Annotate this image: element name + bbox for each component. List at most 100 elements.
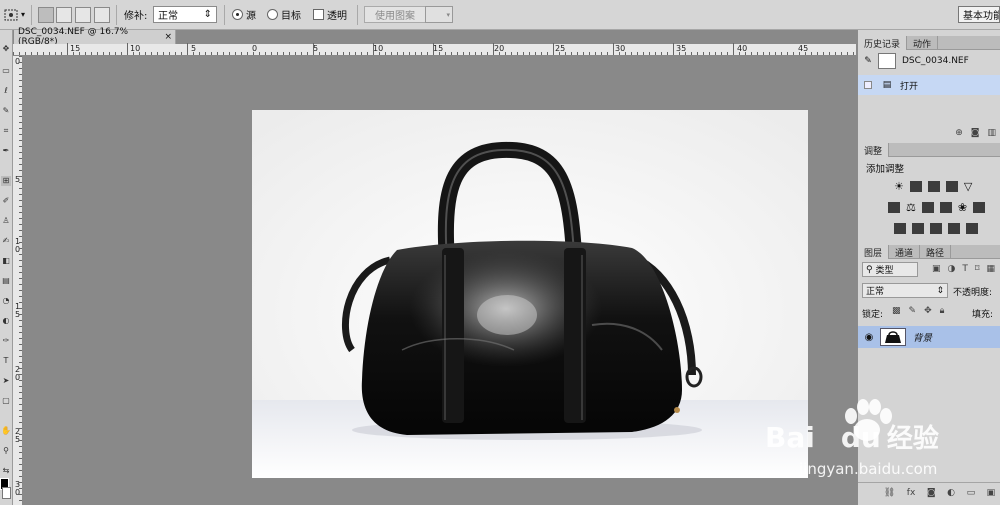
target-radio[interactable]: 目标 xyxy=(267,6,301,23)
tab-history[interactable]: 历史记录 xyxy=(858,36,908,50)
subtract-selection-button[interactable] xyxy=(75,6,91,23)
visibility-eye-icon[interactable]: ◉ xyxy=(858,332,880,343)
ruler-h-tick xyxy=(835,52,836,55)
invert-icon[interactable] xyxy=(894,223,906,234)
path-select-tool-icon[interactable]: ➤ xyxy=(1,376,11,386)
move-tool-icon[interactable]: ✥ xyxy=(1,44,11,54)
tab-channels[interactable]: 通道 xyxy=(889,245,921,259)
dodge-tool-icon[interactable]: ◐ xyxy=(1,316,11,326)
history-step-row[interactable]: ▤ 打开 xyxy=(858,75,1000,95)
tab-adjustments[interactable]: 调整 xyxy=(858,143,890,157)
shape-tool-icon[interactable]: ▢ xyxy=(1,396,11,406)
zoom-tool-icon[interactable]: ⚲ xyxy=(1,446,11,456)
ruler-h-tick xyxy=(157,52,158,55)
history-brush-tool-icon[interactable]: ✍ xyxy=(1,236,11,246)
tab-actions[interactable]: 动作 xyxy=(907,36,939,50)
document-tab[interactable]: DSC_0034.NEF @ 16.7%(RGB/8*) × xyxy=(14,27,176,47)
history-snapshot-row[interactable]: ✎ DSC_0034.NEF xyxy=(858,51,1000,71)
select-arrows-icon: ⇕ xyxy=(203,9,212,20)
stamp-tool-icon[interactable]: ♙ xyxy=(1,216,11,226)
hand-tool-icon[interactable]: ✋ xyxy=(1,426,11,436)
folder-icon[interactable]: ▭ xyxy=(967,488,976,498)
color-lookup-icon[interactable] xyxy=(973,202,986,213)
intersect-selection-button[interactable] xyxy=(94,6,110,23)
pixel-filter-icon[interactable]: ▣ xyxy=(932,264,941,274)
step-checkbox[interactable] xyxy=(864,81,872,89)
mode-select[interactable]: 正常 ⇕ xyxy=(153,6,217,23)
type-filter-icon[interactable]: T xyxy=(962,264,968,274)
patch-tool-active-icon[interactable]: ⊞ xyxy=(1,176,11,186)
selective-color-icon[interactable] xyxy=(966,223,978,234)
quick-select-tool-icon[interactable]: ✎ xyxy=(1,106,11,116)
marquee-tool-icon[interactable]: ▭ xyxy=(1,66,11,76)
patch-tool-icon[interactable] xyxy=(3,6,19,23)
hue-saturation-icon[interactable] xyxy=(888,202,900,213)
lock-position-icon[interactable]: ✥ xyxy=(924,306,932,316)
camera-icon[interactable]: ◙ xyxy=(971,128,980,138)
shape-filter-icon[interactable]: ⌑ xyxy=(975,264,980,274)
brush-tool-icon[interactable]: ✐ xyxy=(1,196,11,206)
lasso-tool-icon[interactable]: ℓ xyxy=(1,86,11,96)
ruler-v-tick xyxy=(19,122,22,123)
ruler-h-tick xyxy=(721,52,722,55)
fx-icon[interactable]: fx xyxy=(907,488,916,498)
layer-filter-select[interactable]: ⚲ 类型 xyxy=(862,262,918,277)
crop-tool-icon[interactable]: ⌗ xyxy=(1,126,11,136)
ruler-h-tick xyxy=(151,52,152,55)
lock-transparency-icon[interactable]: ▩ xyxy=(892,306,901,316)
background-color-swatch[interactable] xyxy=(2,487,11,499)
ruler-h-tick xyxy=(379,52,380,55)
ruler-v-tick xyxy=(19,344,22,345)
new-selection-button[interactable] xyxy=(38,6,54,23)
workspace-switcher[interactable]: 基本功能 xyxy=(958,6,1000,23)
swap-colors-icon[interactable]: ⇆ xyxy=(1,466,11,476)
link-icon[interactable]: ⛓ xyxy=(884,488,895,498)
tool-preset-arrow-icon[interactable]: ▾ xyxy=(21,6,25,23)
ruler-h-tick xyxy=(163,52,164,55)
snapshot-name: DSC_0034.NEF xyxy=(902,56,969,66)
black-white-icon[interactable] xyxy=(921,202,934,213)
eyedropper-tool-icon[interactable]: ✒ xyxy=(1,146,11,156)
add-selection-button[interactable] xyxy=(56,6,72,23)
color-balance-icon[interactable]: ⚖ xyxy=(906,202,916,213)
document-canvas[interactable] xyxy=(252,110,808,478)
tab-layers[interactable]: 图层 xyxy=(858,245,890,259)
source-radio[interactable]: 源 xyxy=(232,6,256,23)
brightness-icon[interactable]: ☀ xyxy=(894,181,904,192)
lock-pixels-icon[interactable]: ✎ xyxy=(909,306,917,316)
blur-tool-icon[interactable]: ◔ xyxy=(1,296,11,306)
ruler-h-tick xyxy=(763,52,764,55)
transparent-checkbox[interactable]: 透明 xyxy=(313,6,347,23)
adjustment-layer-icon[interactable]: ◐ xyxy=(947,488,955,498)
ruler-h-tick xyxy=(697,52,698,55)
smart-filter-icon[interactable]: ▦ xyxy=(987,264,996,274)
lock-all-icon[interactable]: 🔒︎ xyxy=(940,306,945,316)
posterize-icon[interactable] xyxy=(912,223,924,234)
eraser-tool-icon[interactable]: ◧ xyxy=(1,256,11,266)
type-tool-icon[interactable]: T xyxy=(1,356,11,366)
layer-row-background[interactable]: ◉ 背景 xyxy=(858,326,1000,348)
ruler-h-tick xyxy=(787,52,788,55)
adjustment-filter-icon[interactable]: ◑ xyxy=(948,264,956,274)
threshold-icon[interactable] xyxy=(930,223,942,234)
levels-icon[interactable] xyxy=(909,181,922,192)
gradient-map-icon[interactable] xyxy=(948,223,960,234)
channel-mixer-icon[interactable]: ❀ xyxy=(958,202,967,213)
pattern-picker[interactable]: ▾ xyxy=(425,6,453,23)
mask-icon[interactable]: ◙ xyxy=(927,488,936,498)
trash-icon[interactable]: ▥ xyxy=(987,128,996,138)
new-layer-icon[interactable]: ▣ xyxy=(987,488,996,498)
blend-mode-select[interactable]: 正常 ⇕ xyxy=(862,283,948,298)
tab-paths[interactable]: 路径 xyxy=(920,245,952,259)
close-icon[interactable]: × xyxy=(164,32,175,42)
ruler-v-tick xyxy=(19,314,22,315)
photo-filter-icon[interactable] xyxy=(939,202,952,213)
pen-tool-icon[interactable]: ✑ xyxy=(1,336,11,346)
exposure-icon[interactable] xyxy=(945,181,958,192)
vibrance-icon[interactable]: ▽ xyxy=(964,181,972,192)
gradient-tool-icon[interactable]: ▤ xyxy=(1,276,11,286)
curves-icon[interactable] xyxy=(927,181,940,192)
new-document-icon[interactable]: ⊕ xyxy=(955,128,963,138)
use-pattern-button[interactable]: 使用图案 xyxy=(364,6,426,23)
ruler-v-tick xyxy=(19,74,22,75)
